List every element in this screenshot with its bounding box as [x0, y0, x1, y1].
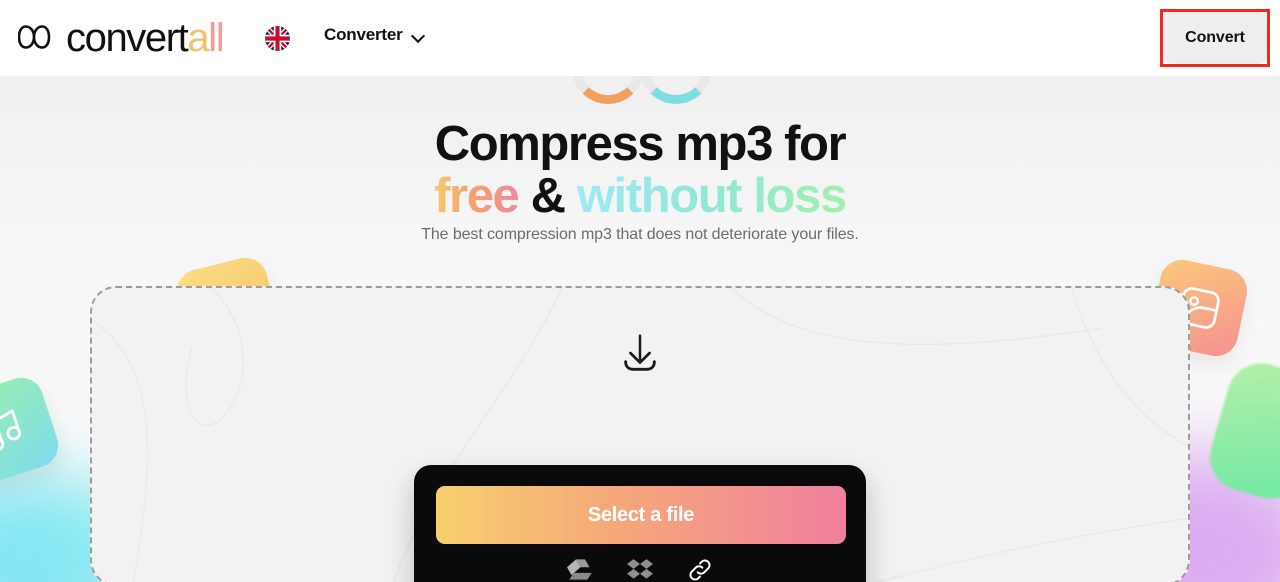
title-ampersand: &	[530, 169, 566, 223]
title-line-2: free & without loss	[0, 170, 1280, 222]
link-icon[interactable]	[685, 555, 715, 582]
page-subtitle: The best compression mp3 that does not d…	[421, 226, 859, 243]
logo-infinity-icon	[17, 15, 66, 67]
download-arrow-icon	[624, 334, 656, 371]
title-line-1: Compress mp3 for	[434, 117, 847, 171]
hero-section: Compress mp3 for free & without loss The…	[0, 76, 1280, 582]
convert-button[interactable]: Convert	[1163, 12, 1267, 64]
brand-logo[interactable]: convertall	[17, 12, 225, 67]
logo-text-ll: ll	[208, 16, 224, 60]
cloud-sources-row	[414, 555, 866, 582]
nav-converter-label: Converter	[324, 25, 403, 44]
select-file-button[interactable]: Select a file	[436, 486, 846, 544]
music-note-icon	[0, 372, 64, 488]
upload-card: Select a file	[414, 465, 866, 582]
logo-text-a: a	[187, 16, 209, 60]
page-title: Compress mp3 for free & without loss	[0, 118, 1280, 222]
nav-converter-dropdown[interactable]: Converter	[324, 25, 425, 45]
dropbox-icon[interactable]	[625, 555, 655, 582]
progress-circle-decoration-2	[640, 76, 712, 104]
site-header: convertall Converter Convert	[0, 0, 1280, 76]
title-free-word: free	[434, 169, 520, 223]
page-root: convertall Converter Convert Compress mp…	[0, 0, 1280, 582]
google-drive-icon[interactable]	[565, 555, 595, 582]
logo-text-dark: convert	[66, 16, 189, 60]
title-without-loss-words: without loss	[576, 169, 847, 223]
progress-circle-decoration-1	[572, 76, 644, 104]
convert-button-highlight: Convert	[1160, 9, 1270, 67]
chevron-down-icon	[412, 31, 425, 39]
uk-flag-icon[interactable]	[265, 26, 290, 51]
